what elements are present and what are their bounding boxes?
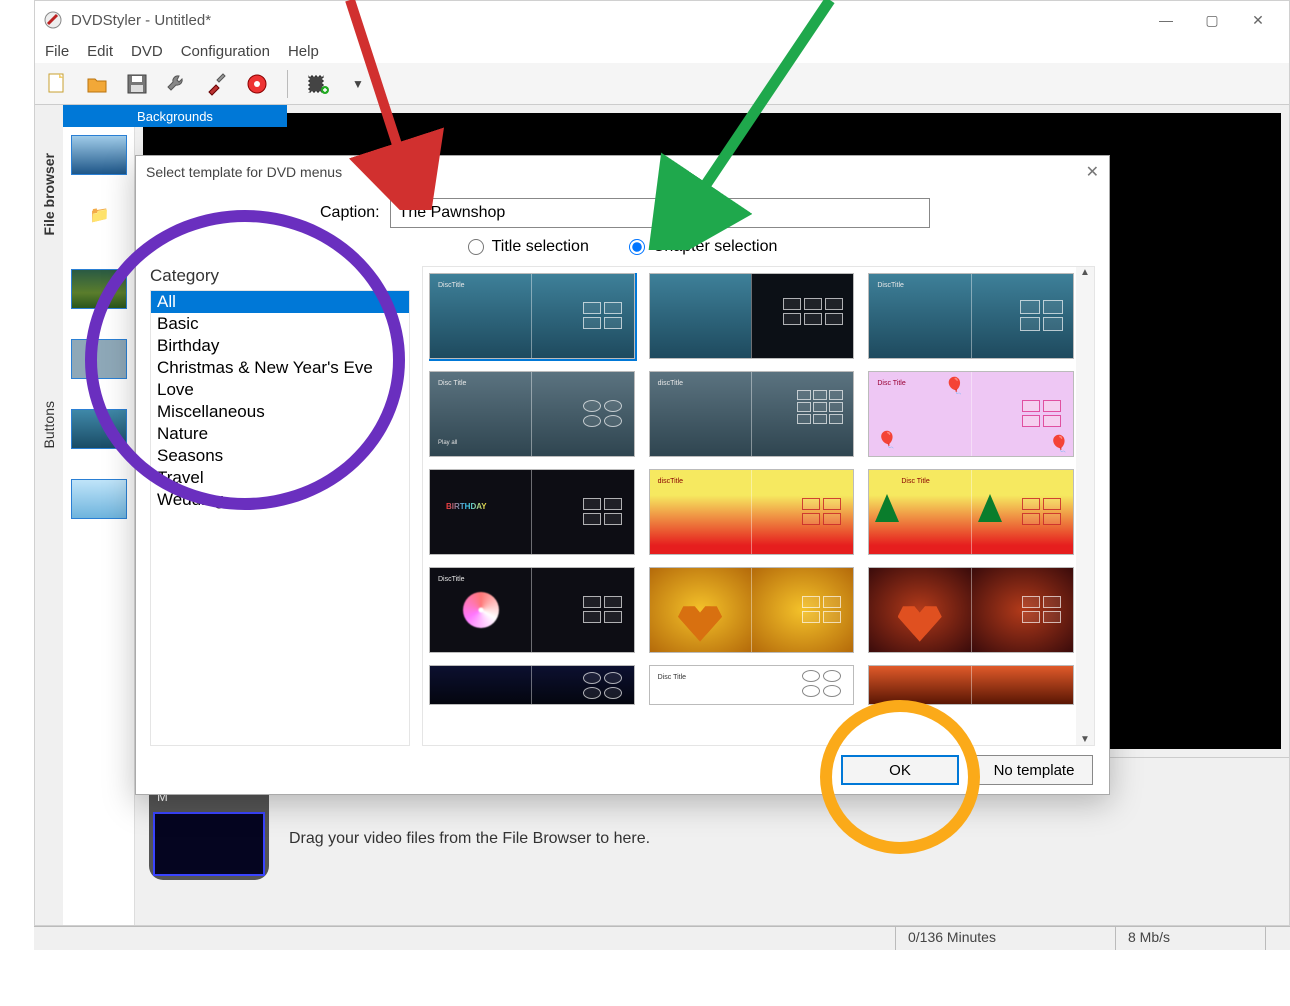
menubar: File Edit DVD Configuration Help bbox=[35, 39, 1289, 63]
category-item[interactable]: Basic bbox=[151, 313, 409, 335]
template-thumb[interactable]: Disc Title bbox=[868, 469, 1074, 555]
dialog-title: Select template for DVD menus bbox=[146, 164, 342, 180]
template-thumb[interactable] bbox=[429, 665, 635, 705]
radio-title-input[interactable] bbox=[468, 239, 484, 255]
wrench-icon[interactable] bbox=[163, 70, 191, 98]
template-thumb[interactable]: Disc Title bbox=[649, 665, 855, 705]
template-thumb[interactable]: DiscTitle bbox=[429, 273, 635, 359]
category-item[interactable]: Christmas & New Year's Eve bbox=[151, 357, 409, 379]
backgrounds-lane: Backgrounds 📁 bbox=[63, 105, 135, 925]
template-thumb[interactable]: DiscTitle bbox=[429, 567, 635, 653]
category-panel: Category All Basic Birthday Christmas & … bbox=[150, 266, 410, 746]
template-thumb[interactable] bbox=[649, 567, 855, 653]
minimize-button[interactable]: — bbox=[1143, 4, 1189, 36]
category-item[interactable]: Travel bbox=[151, 467, 409, 489]
category-item[interactable]: Miscellaneous bbox=[151, 401, 409, 423]
templates-panel: DiscTitle DiscTitle Disc TitlePlay all d… bbox=[422, 266, 1095, 746]
bg-thumb[interactable] bbox=[71, 269, 127, 309]
app-icon bbox=[43, 10, 63, 30]
mode-row: Title selection Chapter selection bbox=[150, 238, 1095, 256]
template-thumb[interactable]: Disc TitlePlay all bbox=[429, 371, 635, 457]
radio-title-label: Title selection bbox=[492, 238, 589, 256]
template-thumb[interactable]: BIRTHDAY bbox=[429, 469, 635, 555]
menu-help[interactable]: Help bbox=[288, 43, 319, 60]
side-tabs: File browser Buttons bbox=[35, 105, 63, 925]
open-folder-icon[interactable] bbox=[83, 70, 111, 98]
dropdown-icon[interactable]: ▼ bbox=[344, 70, 372, 98]
side-tab-file-browser[interactable]: File browser bbox=[39, 135, 59, 253]
templates-scrollbar[interactable]: ▲▼ bbox=[1076, 267, 1094, 745]
dialog-footer: OK No template bbox=[136, 746, 1109, 794]
bg-thumb[interactable] bbox=[71, 339, 127, 379]
menu-file[interactable]: File bbox=[45, 43, 69, 60]
template-thumb[interactable]: Disc Title🎈🎈🎈 bbox=[868, 371, 1074, 457]
toolbar: ▼ bbox=[35, 63, 1289, 105]
status-bitrate: 8 Mb/s bbox=[1115, 927, 1265, 950]
category-item[interactable]: Love bbox=[151, 379, 409, 401]
caption-input[interactable] bbox=[390, 198, 930, 228]
category-item[interactable]: Wedding bbox=[151, 489, 409, 511]
menu-configuration[interactable]: Configuration bbox=[181, 43, 270, 60]
dialog-titlebar: Select template for DVD menus ✕ bbox=[136, 156, 1109, 188]
category-item[interactable]: Nature bbox=[151, 423, 409, 445]
caption-label: Caption: bbox=[320, 204, 380, 222]
category-item[interactable]: Seasons bbox=[151, 445, 409, 467]
status-minutes: 0/136 Minutes bbox=[895, 927, 1115, 950]
template-thumb[interactable]: discTitle bbox=[649, 371, 855, 457]
folder-icon[interactable]: 📁 bbox=[90, 205, 108, 221]
bg-thumb[interactable] bbox=[71, 409, 127, 449]
side-tab-buttons[interactable]: Buttons bbox=[39, 383, 59, 466]
radio-chapter-selection[interactable]: Chapter selection bbox=[629, 238, 778, 256]
category-item[interactable]: Birthday bbox=[151, 335, 409, 357]
category-list[interactable]: All Basic Birthday Christmas & New Year'… bbox=[150, 290, 410, 746]
close-button[interactable]: ✕ bbox=[1235, 4, 1281, 36]
ok-button[interactable]: OK bbox=[841, 755, 959, 785]
titlebar: DVDStyler - Untitled* — ▢ ✕ bbox=[35, 1, 1289, 39]
templates-grid: DiscTitle DiscTitle Disc TitlePlay all d… bbox=[429, 273, 1074, 745]
template-thumb[interactable]: discTitle bbox=[649, 469, 855, 555]
category-item[interactable]: All bbox=[151, 291, 409, 313]
side-tab-backgrounds[interactable] bbox=[47, 253, 51, 383]
radio-title-selection[interactable]: Title selection bbox=[468, 238, 589, 256]
save-icon[interactable] bbox=[123, 70, 151, 98]
window-buttons: — ▢ ✕ bbox=[1143, 4, 1281, 36]
caption-row: Caption: bbox=[320, 198, 1095, 228]
add-film-icon[interactable] bbox=[304, 70, 332, 98]
toolbar-separator bbox=[287, 70, 288, 98]
menu-dvd[interactable]: DVD bbox=[131, 43, 163, 60]
radio-chapter-input[interactable] bbox=[629, 239, 645, 255]
backgrounds-header: Backgrounds bbox=[63, 105, 287, 127]
tools-icon[interactable] bbox=[203, 70, 231, 98]
dialog-close-icon[interactable]: ✕ bbox=[1086, 162, 1099, 182]
no-template-button[interactable]: No template bbox=[975, 755, 1093, 785]
status-grip bbox=[1265, 927, 1290, 950]
radio-chapter-label: Chapter selection bbox=[653, 238, 778, 256]
category-header: Category bbox=[150, 266, 410, 290]
template-thumb[interactable] bbox=[868, 567, 1074, 653]
new-file-icon[interactable] bbox=[43, 70, 71, 98]
bg-thumb[interactable] bbox=[71, 479, 127, 519]
drag-hint: Drag your video files from the File Brow… bbox=[289, 830, 650, 848]
burn-disc-icon[interactable] bbox=[243, 70, 271, 98]
template-thumb[interactable] bbox=[868, 665, 1074, 705]
bg-thumb[interactable] bbox=[71, 135, 127, 175]
template-thumb[interactable] bbox=[649, 273, 855, 359]
status-bar: 0/136 Minutes 8 Mb/s bbox=[34, 926, 1290, 950]
template-thumb[interactable]: DiscTitle bbox=[868, 273, 1074, 359]
menu-card-body bbox=[153, 812, 265, 876]
window-title: DVDStyler - Untitled* bbox=[71, 12, 1143, 29]
maximize-button[interactable]: ▢ bbox=[1189, 4, 1235, 36]
template-dialog: Select template for DVD menus ✕ Caption:… bbox=[135, 155, 1110, 795]
menu-edit[interactable]: Edit bbox=[87, 43, 113, 60]
